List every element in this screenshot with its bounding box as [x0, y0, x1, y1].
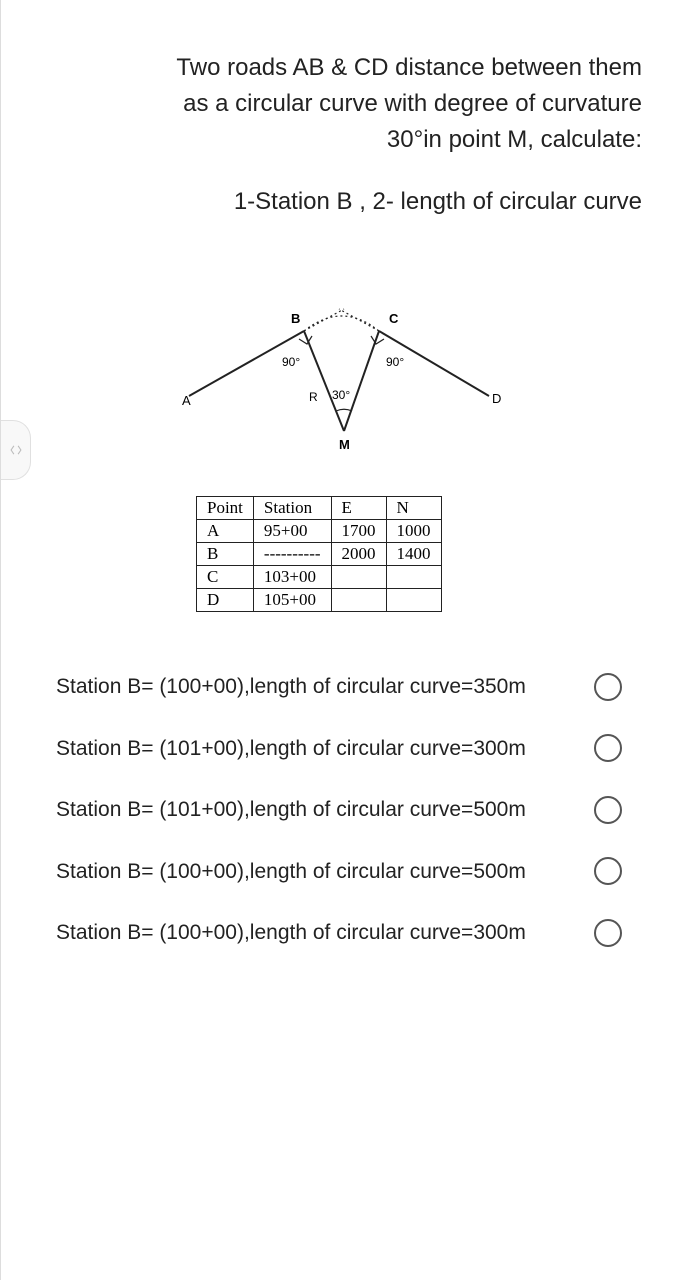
option-text: Station B= (100+00),length of circular c… — [56, 918, 594, 947]
label-M: M — [339, 437, 350, 452]
chevron-icon — [9, 443, 23, 457]
option-text: Station B= (101+00),length of circular c… — [56, 795, 594, 824]
table-header: E — [331, 497, 386, 520]
side-collapse-tab[interactable] — [1, 420, 31, 480]
options-list: Station B= (100+00),length of circular c… — [46, 672, 642, 947]
table-header: Point — [197, 497, 254, 520]
label-C: C — [389, 311, 399, 326]
radio-option-3[interactable] — [594, 796, 622, 824]
label-R: R — [309, 390, 318, 404]
label-angle-right: 90° — [386, 355, 404, 369]
label-angle-center: 30° — [332, 388, 350, 402]
radio-option-1[interactable] — [594, 673, 622, 701]
table-row: A 95+00 1700 1000 — [197, 520, 442, 543]
radio-option-2[interactable] — [594, 734, 622, 762]
label-angle-left: 90° — [282, 355, 300, 369]
label-D: D — [492, 391, 501, 406]
option-row: Station B= (101+00),length of circular c… — [46, 795, 642, 824]
table-header-row: Point Station E N — [197, 497, 442, 520]
table-row: D 105+00 — [197, 589, 442, 612]
question-main-text: Two roads AB & CD distance between them … — [46, 50, 642, 158]
curve-diagram: A B C D R M 90° 90° 30° — [46, 281, 642, 466]
table-row: B ---------- 2000 1400 — [197, 543, 442, 566]
table-header: Station — [253, 497, 331, 520]
data-table: Point Station E N A 95+00 1700 1000 B --… — [196, 496, 442, 612]
radio-option-4[interactable] — [594, 857, 622, 885]
option-text: Station B= (100+00),length of circular c… — [56, 857, 594, 886]
option-row: Station B= (101+00),length of circular c… — [46, 734, 642, 763]
option-row: Station B= (100+00),length of circular c… — [46, 672, 642, 701]
question-sub-text: 1-Station B , 2- length of circular curv… — [46, 183, 642, 221]
table-header: N — [386, 497, 441, 520]
option-text: Station B= (100+00),length of circular c… — [56, 672, 594, 701]
option-row: Station B= (100+00),length of circular c… — [46, 857, 642, 886]
table-row: C 103+00 — [197, 566, 442, 589]
option-row: Station B= (100+00),length of circular c… — [46, 918, 642, 947]
label-A: A — [182, 393, 191, 408]
option-text: Station B= (101+00),length of circular c… — [56, 734, 594, 763]
label-B: B — [291, 311, 300, 326]
radio-option-5[interactable] — [594, 919, 622, 947]
